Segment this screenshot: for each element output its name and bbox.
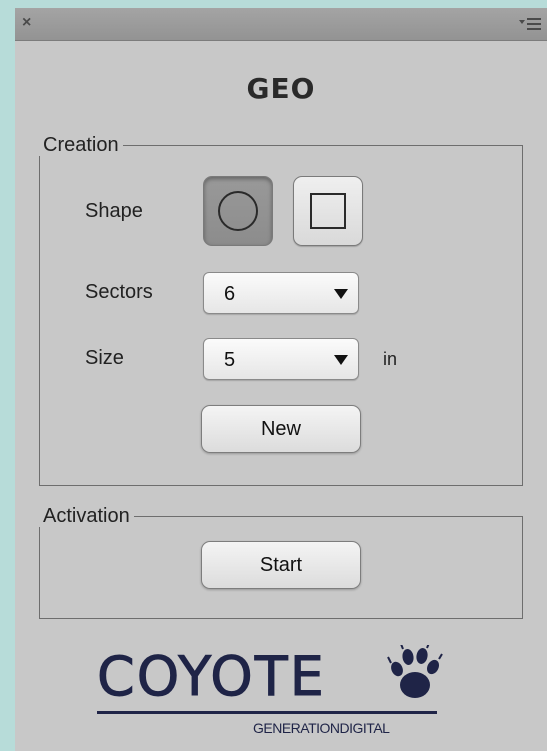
- size-unit-label: in: [383, 349, 398, 369]
- app-title: GEO: [246, 72, 316, 105]
- square-icon: [310, 193, 346, 229]
- panel-titlebar: ×: [15, 8, 547, 41]
- shape-label: Shape: [85, 200, 143, 222]
- close-icon[interactable]: ×: [22, 15, 31, 31]
- new-button[interactable]: New: [201, 405, 361, 453]
- chevron-down-icon: [334, 355, 348, 365]
- logo-tagline: GENERATIONDIGITAL: [253, 720, 390, 736]
- creation-legend: Creation: [39, 134, 123, 156]
- start-button[interactable]: Start: [201, 541, 361, 589]
- coyote-logo: COYOTE GENERATIONDIGITAL: [95, 645, 475, 745]
- panel-menu-icon[interactable]: [519, 17, 541, 31]
- size-value: 5: [224, 349, 236, 371]
- logo-underline: [97, 711, 437, 714]
- circle-icon: [218, 191, 258, 231]
- circle-shape-button[interactable]: [203, 176, 273, 246]
- square-shape-button[interactable]: [293, 176, 363, 246]
- sectors-label: Sectors: [85, 281, 153, 303]
- size-label: Size: [85, 347, 124, 369]
- logo-wordmark: COYOTE: [97, 645, 326, 708]
- geo-panel: × GEO Creation Shape Sectors 6 Size 5 in…: [15, 8, 547, 751]
- sectors-dropdown[interactable]: 6: [203, 272, 359, 314]
- paw-print-icon: [387, 645, 443, 698]
- activation-legend: Activation: [39, 505, 134, 527]
- size-dropdown[interactable]: 5: [203, 338, 359, 380]
- chevron-down-icon: [334, 289, 348, 299]
- sectors-value: 6: [224, 283, 236, 305]
